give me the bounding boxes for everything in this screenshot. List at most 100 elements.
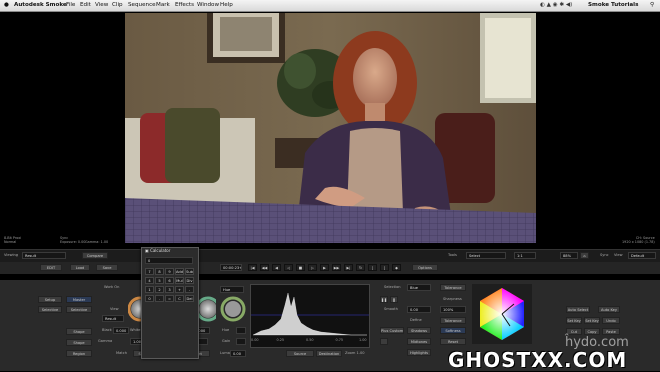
pause-icon[interactable]: ❚❚ [380, 296, 388, 303]
calculator-key[interactable]: 4 [145, 277, 154, 284]
auto-select-button[interactable]: Auto Select [566, 306, 590, 313]
shadow-swatch[interactable] [380, 338, 388, 345]
copy-button[interactable]: Copy [584, 328, 600, 335]
menu-effects[interactable]: Effects [175, 0, 194, 11]
load-button[interactable]: Load [70, 264, 90, 271]
go-start-icon[interactable]: |◀ [248, 264, 257, 271]
status-icons[interactable]: ◐ ▲ ◉ ✱ ◀) [540, 0, 572, 11]
apple-icon[interactable]: ● [4, 0, 9, 11]
gain-field[interactable] [236, 338, 246, 345]
result-dropdown[interactable]: Result [102, 315, 124, 322]
menu-help[interactable]: Help [220, 0, 233, 11]
calculator-key[interactable]: 5 [155, 277, 164, 284]
view-dropdown[interactable]: Default [628, 252, 656, 259]
calculator-key[interactable]: Del [185, 295, 194, 302]
hue-selector[interactable] [472, 284, 532, 344]
hue-field[interactable] [236, 327, 246, 334]
cue-icon[interactable]: ◆ [392, 264, 401, 271]
in-mark-icon[interactable]: [ [368, 264, 377, 271]
black-field[interactable]: 0.000 [113, 327, 129, 334]
wheel-mode-dropdown[interactable]: Hue [220, 286, 244, 293]
video-viewer[interactable] [125, 13, 536, 243]
go-end-icon[interactable]: ▶| [344, 264, 353, 271]
paste-button[interactable]: Paste [602, 328, 620, 335]
midtones-button[interactable]: Midtones [407, 338, 431, 345]
calculator-key[interactable]: + [175, 286, 184, 293]
options-button[interactable]: Options [412, 264, 438, 271]
undo-button[interactable]: Undo [602, 317, 620, 324]
stop-icon[interactable]: ■ [296, 264, 305, 271]
play-back-icon[interactable]: ◀ [272, 264, 281, 271]
tolerance-button-2[interactable]: Tolerance [440, 317, 466, 324]
calculator-key[interactable]: Div [185, 277, 194, 284]
calculator-key[interactable]: Sub [185, 268, 194, 275]
calculator-key[interactable]: 7 [145, 268, 154, 275]
source-button[interactable]: Source [286, 350, 314, 357]
calculator-key[interactable]: = [165, 295, 174, 302]
shadows-button[interactable]: Shadows [407, 327, 431, 334]
home-icon[interactable]: ⌂ [580, 252, 589, 259]
tool-option[interactable]: 1:1 [514, 252, 536, 259]
save-button[interactable]: Save [96, 264, 118, 271]
calculator-key[interactable]: 1 [145, 286, 154, 293]
histogram[interactable]: 0.00 0.25 0.50 0.75 1.00 [250, 284, 370, 348]
calculator-key[interactable]: Add [175, 268, 184, 275]
gamma-wheel[interactable] [220, 296, 246, 322]
calculator-popup[interactable]: ▣ Calculator 0 7 8 9 Add Sub 4 5 6 Mul Div 1 2 3 + - 0.… [141, 247, 199, 359]
calculator-key[interactable]: C [175, 295, 184, 302]
calculator-key[interactable]: . [155, 295, 164, 302]
softness-button[interactable]: Softness [440, 327, 466, 334]
master-button[interactable]: Master [66, 296, 92, 303]
luma-field[interactable]: 0.00 [230, 350, 246, 357]
view-label[interactable]: View [614, 252, 623, 259]
frame-fwd-icon[interactable]: ▷ [308, 264, 317, 271]
cut-button[interactable]: Cut [566, 328, 582, 335]
plus-custom-button[interactable]: Plus Custom [380, 327, 404, 334]
calculator-key[interactable]: 3 [165, 286, 174, 293]
menu-edit[interactable]: Edit [80, 0, 91, 11]
shape-button[interactable]: Shape [66, 328, 92, 335]
selection-dropdown[interactable]: Blue [407, 284, 431, 291]
tools-dropdown[interactable]: Select [466, 252, 506, 259]
set-key-button[interactable]: Set Key [566, 317, 582, 324]
spotlight-icon[interactable]: ⚲ [650, 0, 654, 11]
timecode-field[interactable]: 00:00:23+01 [220, 264, 242, 271]
play-icon[interactable]: ▶ [320, 264, 329, 271]
compare-button[interactable]: Compare [82, 252, 108, 259]
selective-button[interactable]: Selective [38, 306, 62, 313]
user-label[interactable]: Smoke Tutorials [588, 0, 638, 11]
menu-window[interactable]: Window [197, 0, 219, 11]
highlights-button[interactable]: Highlights [407, 349, 431, 356]
calculator-key[interactable]: 6 [165, 277, 174, 284]
viewing-dropdown[interactable]: Result [22, 252, 66, 259]
out-mark-icon[interactable]: ] [380, 264, 389, 271]
shape-toggle[interactable]: Shape [66, 339, 92, 346]
destination-button[interactable]: Destination [316, 350, 342, 357]
calculator-key[interactable]: - [185, 286, 194, 293]
calculator-key[interactable]: 2 [155, 286, 164, 293]
menu-mark[interactable]: Mark [156, 0, 170, 11]
step-back-icon[interactable]: ◀◀ [260, 264, 269, 271]
percent-field[interactable]: 100% [440, 306, 466, 313]
set-key-button-2[interactable]: Set Key [584, 317, 600, 324]
frame-back-icon[interactable]: ◁ [284, 264, 293, 271]
selective-mode-button[interactable]: Selective [66, 306, 92, 313]
edit-button[interactable]: EDIT [40, 264, 62, 271]
calculator-key[interactable]: 9 [165, 268, 174, 275]
step-fwd-icon[interactable]: ▶▶ [332, 264, 341, 271]
tolerance-button[interactable]: Tolerance [440, 284, 466, 291]
calculator-key[interactable]: Mul [175, 277, 184, 284]
menu-file[interactable]: File [66, 0, 75, 11]
menu-clip[interactable]: Clip [112, 0, 123, 11]
app-menu[interactable]: Autodesk Smoke [14, 0, 67, 11]
pause-icon-2[interactable]: ❚ [390, 296, 398, 303]
sync-label[interactable]: Sync [600, 252, 609, 259]
setup-button[interactable]: Setup [38, 296, 62, 303]
zoom-field[interactable]: 88% [560, 252, 578, 259]
smooth-field[interactable]: 0.00 [407, 306, 431, 313]
calculator-key[interactable]: 0 [145, 295, 154, 302]
auto-key-button[interactable]: Auto Key [598, 306, 620, 313]
menu-sequence[interactable]: Sequence [128, 0, 156, 11]
menu-view[interactable]: View [95, 0, 108, 11]
region-button[interactable]: Region [66, 350, 92, 357]
